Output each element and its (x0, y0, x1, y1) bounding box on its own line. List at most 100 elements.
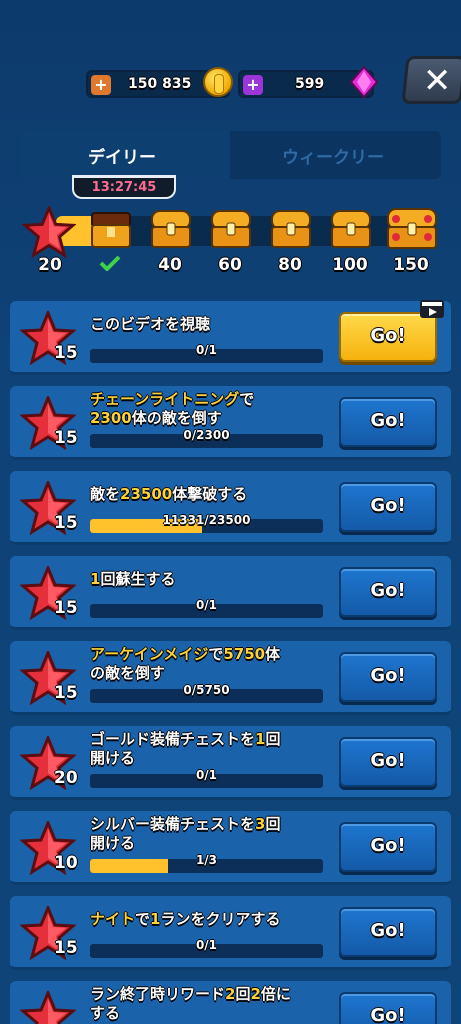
go-button[interactable]: Go! (339, 992, 437, 1024)
go-button[interactable]: Go! (339, 567, 437, 617)
task-title-part: 2 (250, 985, 261, 1003)
task-title-line: シルバー装備チェストを3回 (90, 815, 280, 834)
chest-icon[interactable] (148, 205, 194, 251)
task-title-part: の敵を倒す (90, 664, 166, 682)
gem-icon (349, 66, 379, 98)
task-title-part: 1 (255, 730, 266, 748)
tab-bar: デイリー ウィークリー (20, 131, 441, 179)
task-title-part: 2 (225, 985, 236, 1003)
task-title-part: 開ける (90, 834, 136, 852)
chest-icon[interactable] (268, 205, 314, 251)
task-card: 15 アーケインメイジで5750体 の敵を倒す 0/5750 Go! (10, 641, 451, 715)
task-title-part: 1 (90, 570, 101, 588)
task-title-part: このビデオを視聴 (90, 315, 211, 333)
task-title: ナイトで1ランをクリアする (90, 910, 280, 929)
task-title-part: 敵を (90, 485, 121, 503)
current-points: 20 (38, 255, 62, 275)
task-title-part: する (90, 1004, 121, 1022)
task-title-part: 体 (265, 645, 281, 663)
task-progress-text: 1/3 (195, 853, 218, 867)
chest-icon[interactable] (328, 205, 374, 251)
task-title-part: ラン終了時リワード (90, 985, 226, 1003)
gold-amount: 150 835 (128, 76, 192, 92)
check-icon (99, 255, 121, 271)
task-title-part: ゴールド装備チェストを (90, 730, 256, 748)
reset-timer: 13:27:45 (72, 175, 176, 199)
task-title-part: で (135, 910, 151, 928)
tab-daily-label[interactable]: デイリー (88, 143, 156, 168)
task-title-line: ナイトで1ランをクリアする (90, 910, 280, 929)
task-title: ゴールド装備チェストを1回開ける (90, 730, 280, 768)
task-title-part: 開ける (90, 749, 136, 767)
milestone-label: 80 (278, 255, 302, 275)
video-ad-icon (420, 300, 444, 318)
task-title-part: で (239, 390, 255, 408)
task-card: 10 シルバー装備チェストを3回 開ける 1/3 Go! (10, 811, 451, 885)
task-card: ラン終了時リワード2回2倍に する Go! (10, 981, 451, 1024)
task-progress-text: 0/1 (195, 768, 218, 782)
go-button[interactable]: Go! (339, 737, 437, 787)
task-points: 10 (54, 853, 78, 873)
milestone-label: 60 (218, 255, 242, 275)
task-points: 20 (54, 768, 78, 788)
task-title-part: 回 (265, 815, 281, 833)
add-gem-icon[interactable]: + (243, 75, 263, 95)
task-title-part: 23500 (120, 485, 173, 503)
chest-open-icon (91, 212, 131, 248)
task-points: 15 (54, 513, 78, 533)
close-button[interactable]: ✕ (401, 56, 461, 104)
milestone-label: 150 (393, 255, 429, 275)
task-title-part: ランをクリアする (160, 910, 281, 928)
task-progress-text: 0/5750 (183, 683, 230, 697)
task-title-part: で (208, 645, 224, 663)
task-title-line: 開ける (90, 834, 280, 853)
task-title-line: チェーンライトニングで (90, 390, 254, 409)
task-card: 15 敵を23500体撃破する 11331/23500 Go! (10, 471, 451, 545)
go-button[interactable]: Go! (339, 907, 437, 957)
task-title-line: 2300体の敵を倒す (90, 409, 254, 428)
task-title-line: 1回蘇生する (90, 570, 175, 589)
add-gold-icon[interactable]: + (91, 75, 111, 95)
task-title-part: 1 (150, 910, 161, 928)
task-card: 15 このビデオを視聴 0/1 Go! (10, 301, 451, 375)
task-progress-text: 11331/23500 (162, 513, 251, 527)
go-button[interactable]: Go! (339, 397, 437, 447)
go-button[interactable]: Go! (339, 312, 437, 362)
star-icon (22, 206, 76, 258)
go-button[interactable]: Go! (339, 822, 437, 872)
task-title-line: する (90, 1004, 291, 1023)
task-progress-text: 0/2300 (183, 428, 230, 442)
task-title-line: 開ける (90, 749, 280, 768)
task-title: アーケインメイジで5750体 の敵を倒す (90, 645, 280, 683)
task-points: 15 (54, 683, 78, 703)
task-title-part: 体撃破する (172, 485, 248, 503)
task-title: ラン終了時リワード2回2倍に する (90, 985, 291, 1023)
big-chest-icon[interactable] (386, 205, 438, 251)
task-title: このビデオを視聴 (90, 315, 210, 334)
task-title: チェーンライトニングで 2300体の敵を倒す (90, 390, 254, 428)
task-title-part: 2300 (90, 409, 132, 427)
task-title-line: ラン終了時リワード2回2倍に (90, 985, 291, 1004)
tab-weekly[interactable]: ウィークリー (282, 143, 384, 168)
task-title-line: 敵を23500体撃破する (90, 485, 247, 504)
task-title-part: 3 (255, 815, 266, 833)
milestone-label: 40 (158, 255, 182, 275)
gem-amount: 599 (295, 76, 325, 92)
task-title-line: アーケインメイジで5750体 (90, 645, 280, 664)
task-title-part: 回 (265, 730, 281, 748)
go-button[interactable]: Go! (339, 652, 437, 702)
task-card: 15 ナイトで1ランをクリアする 0/1 Go! (10, 896, 451, 970)
task-title: 敵を23500体撃破する (90, 485, 247, 504)
task-progress-text: 0/1 (195, 343, 218, 357)
task-title-part: 倍に (260, 985, 291, 1003)
coin-icon (203, 67, 233, 97)
task-title-part: 回蘇生する (100, 570, 176, 588)
task-title-part: 体の敵を倒す (131, 409, 222, 427)
star-icon (19, 989, 77, 1024)
task-points: 15 (54, 938, 78, 958)
task-card: 15 1回蘇生する 0/1 Go! (10, 556, 451, 630)
go-button[interactable]: Go! (339, 482, 437, 532)
chest-icon[interactable] (208, 205, 254, 251)
task-card: 20 ゴールド装備チェストを1回 開ける 0/1 Go! (10, 726, 451, 800)
task-title-part: チェーンライトニング (90, 390, 240, 408)
